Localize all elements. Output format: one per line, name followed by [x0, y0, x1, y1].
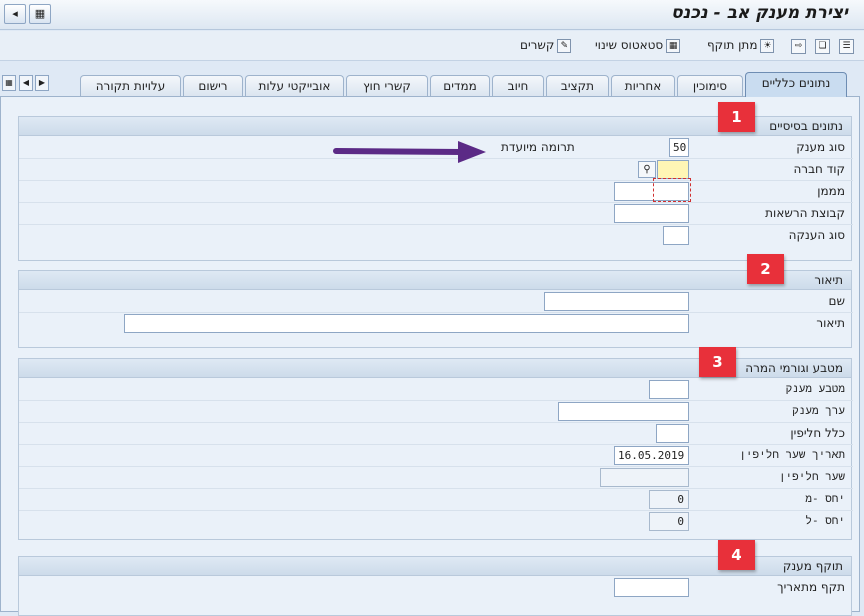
description-input[interactable] — [124, 314, 689, 333]
auth-group-input[interactable] — [614, 204, 689, 223]
grant-value-label: ערך מענק — [792, 404, 845, 417]
validate-icon: ☀ — [760, 38, 775, 53]
export-icon[interactable]: ⇨ — [791, 39, 806, 54]
tab-next-icon[interactable]: ▶ — [35, 75, 49, 91]
row-award-type: סוג הענקה — [19, 225, 853, 247]
grant-type-description: תרומה מיועדת — [501, 140, 575, 154]
tab-budget[interactable]: תקציב — [546, 75, 609, 96]
callout-badge-2: 2 — [747, 254, 784, 284]
row-desc: תיאור — [19, 313, 853, 335]
row-name: שם — [19, 291, 853, 313]
application-toolbar: ☰ ❏ ⇨ ☀מתן תוקף ▦סטאטוס שינוי ✎קשרים — [0, 31, 864, 61]
row-sponsor: מממן — [19, 178, 853, 203]
auth-group-label: קבוצת הרשאות — [765, 206, 845, 220]
ratio-from-label: יחס -מ — [805, 492, 845, 505]
grant-currency-input[interactable] — [649, 380, 689, 399]
callout-badge-1: 1 — [718, 102, 755, 132]
row-exch-rate: שער חליפין — [19, 467, 853, 489]
back-icon[interactable]: ◂ — [4, 4, 26, 24]
title-bar: ◂ ▦ יצירת מענק אב - נכנס — [0, 0, 864, 30]
name-input[interactable] — [544, 292, 689, 311]
section-title: תיאור — [19, 271, 851, 290]
tab-references[interactable]: סימוכין — [677, 75, 743, 96]
ratio-to-input: 0 — [649, 512, 689, 531]
row-ratio-to: יחס -ל 0 — [19, 511, 853, 533]
links-icon: ✎ — [557, 38, 572, 53]
grant-type-label: סוג מענק — [796, 140, 845, 154]
row-valid-from: תקף מתאריך — [19, 577, 853, 599]
links-label: קשרים — [520, 38, 555, 52]
tab-billing[interactable]: חיוב — [492, 75, 544, 96]
tab-strip: ▦ ◀ ▶ נתונים כלליים סימוכין אחריות תקציב… — [0, 72, 864, 97]
section-description: תיאור שם תיאור — [18, 270, 853, 348]
award-type-label: סוג הענקה — [788, 228, 845, 242]
tab-external-links[interactable]: קשרי חוץ — [346, 75, 428, 96]
validate-button[interactable]: ☀מתן תוקף — [707, 38, 775, 53]
ratio-to-label: יחס -ל — [805, 514, 845, 527]
tab-list-icon[interactable]: ▦ — [2, 75, 16, 91]
exch-rule-input[interactable] — [656, 424, 689, 443]
valid-from-input[interactable] — [614, 578, 689, 597]
section-currency: מטבע וגורמי המרה מטבע מענק ערך מענק כלל … — [18, 358, 853, 540]
links-button[interactable]: ✎קשרים — [520, 38, 572, 53]
ratio-from-input: 0 — [649, 490, 689, 509]
name-label: שם — [828, 294, 845, 308]
tab-responsibility[interactable]: אחריות — [611, 75, 675, 96]
row-grant-currency: מטבע מענק — [19, 379, 853, 401]
row-ratio-from: יחס -מ 0 — [19, 489, 853, 511]
row-exch-date: תאריך שער חליפין 16.05.2019 — [19, 445, 853, 467]
grant-currency-label: מטבע מענק — [785, 382, 845, 395]
overview-icon[interactable]: ☰ — [839, 39, 854, 54]
status-icon: ▦ — [666, 38, 681, 53]
row-exch-rule: כלל חליפין — [19, 423, 853, 445]
window-title: יצירת מענק אב - נכנס — [671, 3, 848, 23]
exch-rule-label: כלל חליפין — [790, 426, 845, 440]
focus-marker — [653, 178, 691, 202]
menu-icon[interactable]: ▦ — [29, 4, 51, 24]
search-help-icon[interactable]: ⚲ — [638, 161, 656, 178]
exch-rate-input — [600, 468, 689, 487]
status-change-label: סטאטוס שינוי — [595, 38, 664, 52]
valid-from-label: תקף מתאריך — [777, 580, 845, 594]
grant-value-input[interactable] — [558, 402, 689, 421]
tab-cost-objects[interactable]: אובייקטי עלות — [245, 75, 344, 96]
exch-rate-label: שער חליפין — [778, 470, 845, 483]
copy-icon[interactable]: ❏ — [815, 39, 830, 54]
tab-dimensions[interactable]: ממדים — [430, 75, 490, 96]
company-code-input[interactable] — [657, 160, 689, 179]
row-auth-group: קבוצת הרשאות — [19, 203, 853, 225]
status-change-button[interactable]: ▦סטאטוס שינוי — [595, 38, 681, 53]
tab-posting[interactable]: רישום — [183, 75, 243, 96]
sponsor-label: מממן — [817, 184, 845, 198]
company-code-label: קוד חברה — [793, 162, 845, 176]
row-grant-value: ערך מענק — [19, 401, 853, 423]
validate-label: מתן תוקף — [707, 38, 758, 52]
callout-badge-4: 4 — [718, 540, 755, 570]
grant-type-input[interactable]: 50 — [669, 138, 689, 157]
tab-general-data[interactable]: נתונים כלליים — [745, 72, 847, 97]
desc-label: תיאור — [816, 316, 845, 330]
award-type-input[interactable] — [663, 226, 689, 245]
tab-prev-icon[interactable]: ◀ — [19, 75, 33, 91]
tab-overhead-costs[interactable]: עלויות תקורה — [80, 75, 181, 96]
exch-date-input[interactable]: 16.05.2019 — [614, 446, 689, 465]
exch-date-label: תאריך שער חליפין — [739, 448, 845, 461]
callout-badge-3: 3 — [699, 347, 736, 377]
annotation-arrow — [333, 141, 486, 163]
